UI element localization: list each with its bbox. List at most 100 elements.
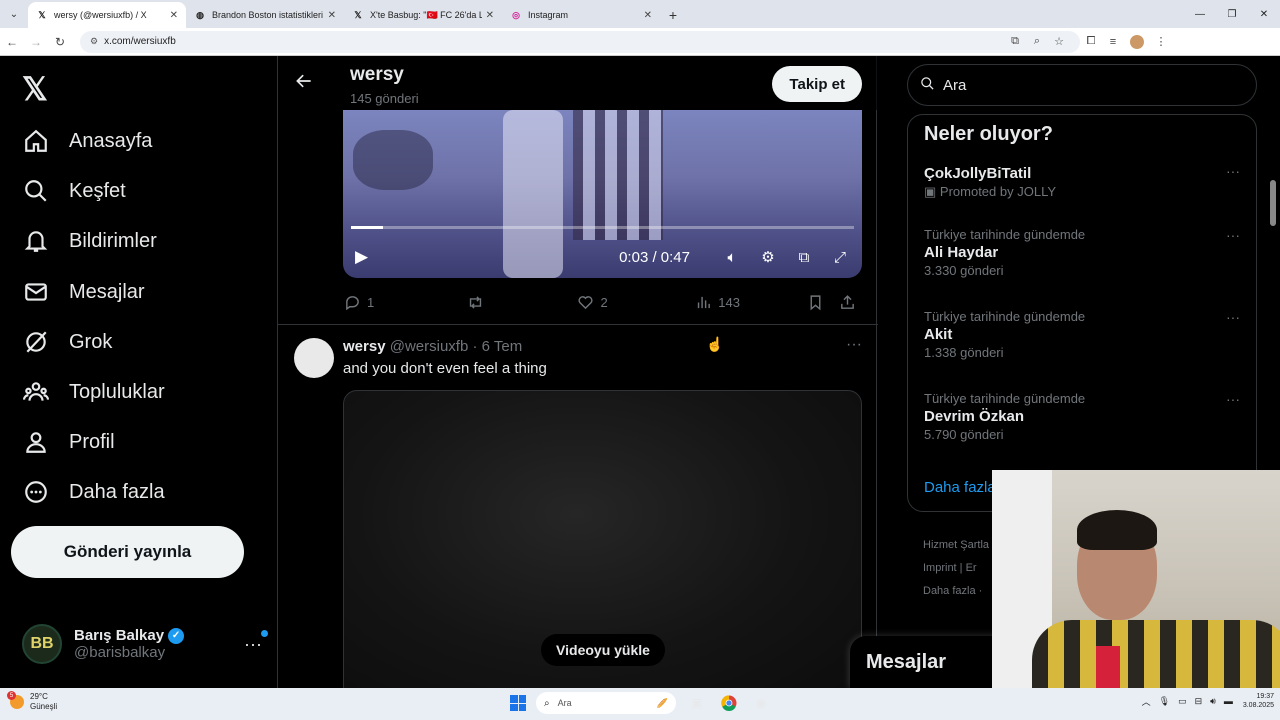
new-tab-button[interactable]: + xyxy=(660,2,686,28)
trend-item[interactable]: ÇokJollyBiTatil ▣ Promoted by JOLLY ··· xyxy=(924,163,1244,200)
webcam-overlay xyxy=(992,470,1280,688)
tab-title: wersy (@wersiuxfb) / X xyxy=(54,10,147,20)
video-progress-bar[interactable] xyxy=(351,226,854,229)
play-icon[interactable]: ▶ xyxy=(355,247,368,267)
x-logo-icon[interactable]: 𝕏 xyxy=(22,70,48,108)
nav-item-grok[interactable]: Grok xyxy=(22,322,112,362)
weather-condition: Güneşli xyxy=(30,702,58,711)
promoted-icon: ▣ xyxy=(924,184,940,199)
nav-item-notifications[interactable]: Bildirimler xyxy=(22,221,157,261)
back-arrow-icon[interactable]: ← xyxy=(0,30,24,54)
maximize-icon[interactable]: ❐ xyxy=(1216,0,1248,28)
follow-button[interactable]: Takip et xyxy=(772,66,862,102)
close-icon[interactable]: ✕ xyxy=(170,10,178,21)
forward-arrow-icon[interactable]: → xyxy=(24,30,48,54)
trend-item[interactable]: Türkiye tarihinde gündemde Devrim Özkan … xyxy=(924,391,1244,442)
view-count: 143 xyxy=(718,294,740,310)
close-icon[interactable]: ✕ xyxy=(486,10,494,21)
show-more-link[interactable]: Daha fazla xyxy=(924,479,996,496)
share-button[interactable] xyxy=(838,293,862,311)
chrome-icon[interactable] xyxy=(718,692,740,714)
clock[interactable]: 19:37 3.08.2025 xyxy=(1243,692,1274,710)
system-tray: ︿ 🎙︎ ▭ ⊟ 🔊︎ ▬ 19:37 3.08.2025 xyxy=(1134,692,1274,710)
weather-widget[interactable]: 5 29°C Güneşli xyxy=(7,691,58,712)
nav-item-explore[interactable]: Keşfet xyxy=(22,171,126,211)
picture-in-picture-icon[interactable]: ⧉ xyxy=(794,247,814,267)
trends-title: Neler oluyor? xyxy=(924,123,1053,145)
fullscreen-icon[interactable]: ⤢ xyxy=(830,247,850,267)
trend-item[interactable]: Türkiye tarihinde gündemde Ali Haydar 3.… xyxy=(924,227,1244,278)
more-dots-icon[interactable]: ··· xyxy=(244,629,268,655)
search-input[interactable]: Ara xyxy=(907,64,1257,106)
video-player[interactable]: Videoyu yükle xyxy=(343,390,862,688)
account-display-name: Barış Balkay xyxy=(74,627,165,644)
more-dots-icon[interactable]: ··· xyxy=(1226,163,1240,179)
chevron-up-icon[interactable]: ︿ xyxy=(1142,695,1151,708)
tweet-date[interactable]: · 6 Tem xyxy=(472,338,522,355)
profile-avatar[interactable] xyxy=(1130,34,1144,49)
more-dots-icon[interactable]: ··· xyxy=(1226,309,1240,325)
nav-item-messages[interactable]: Mesajlar xyxy=(22,272,145,312)
tab-search-icon[interactable]: ⌄ xyxy=(0,0,28,28)
media-icon[interactable]: ≡ xyxy=(1102,36,1124,48)
back-arrow-icon[interactable] xyxy=(294,71,314,96)
monitor-icon[interactable]: ▭ xyxy=(1178,696,1187,707)
load-video-button[interactable]: Videoyu yükle xyxy=(541,634,665,666)
account-switcher[interactable]: BB Barış Balkay ✓ @barisbalkay ··· xyxy=(22,621,268,667)
close-window-icon[interactable]: ✕ xyxy=(1248,0,1280,28)
video-time: 0:03 / 0:47 xyxy=(619,248,690,266)
bookmark-star-icon[interactable]: ☆ xyxy=(1048,35,1070,48)
battery-icon[interactable]: ▬ xyxy=(1224,696,1233,706)
windows-start-icon[interactable] xyxy=(510,695,526,711)
avatar[interactable] xyxy=(294,338,334,378)
tweet-author-handle[interactable]: @wersiuxfb xyxy=(390,338,469,355)
nav-item-more[interactable]: Daha fazla xyxy=(22,472,165,512)
footer-link[interactable]: Hizmet Şartla xyxy=(923,534,989,557)
reload-icon[interactable]: ↻ xyxy=(48,30,72,54)
nav-item-home[interactable]: Anasayfa xyxy=(22,121,152,161)
tweet-author-name[interactable]: wersy xyxy=(343,338,386,355)
volume-icon[interactable]: 🔈︎ xyxy=(722,247,742,267)
nav-item-profile[interactable]: Profil xyxy=(22,422,115,462)
browser-tab[interactable]: ◎ Instagram ✕ xyxy=(502,2,660,28)
task-view-icon[interactable]: ▣ xyxy=(686,692,708,714)
more-dots-icon[interactable]: ··· xyxy=(1226,391,1240,407)
site-info-icon[interactable]: ⚙ xyxy=(90,36,98,47)
more-dots-icon[interactable]: ··· xyxy=(846,336,862,354)
footer-link[interactable]: Daha fazla · xyxy=(923,580,989,603)
bookmark-button[interactable] xyxy=(806,293,838,311)
like-button[interactable]: 2 xyxy=(577,293,695,311)
zoom-icon[interactable]: ⌕ xyxy=(1026,35,1048,48)
settings-gear-icon[interactable]: ⚙ xyxy=(758,247,778,267)
views-button[interactable]: 143 xyxy=(694,293,806,311)
install-icon[interactable]: ⧉ xyxy=(1004,35,1026,48)
close-icon[interactable]: ✕ xyxy=(328,10,336,21)
weather-temp: 29°C xyxy=(30,692,48,701)
repost-button[interactable] xyxy=(467,293,577,311)
more-dots-icon[interactable]: ··· xyxy=(1226,227,1240,243)
video-player[interactable]: ▶ 0:03 / 0:47 🔈︎ ⚙ ⧉ ⤢ xyxy=(343,110,862,278)
search-highlight-icon: 🥖 xyxy=(656,697,668,708)
footer-link[interactable]: Imprint | Er xyxy=(923,557,989,580)
browser-tab[interactable]: ◍ Brandon Boston istatistikleri ✕ xyxy=(186,2,344,28)
network-icon[interactable]: ⊟ xyxy=(1195,696,1203,707)
close-icon[interactable]: ✕ xyxy=(644,10,652,21)
messages-drawer[interactable]: Mesajlar xyxy=(850,636,1010,688)
volume-icon[interactable]: 🔊︎ xyxy=(1210,696,1216,707)
mic-icon[interactable]: 🎙︎ xyxy=(1159,696,1170,707)
trend-count: 1.338 gönderi xyxy=(924,345,1004,360)
browser-tab[interactable]: 𝕏 wersy (@wersiuxfb) / X ✕ xyxy=(28,2,186,28)
url-field[interactable]: ⚙ x.com/wersiuxfb ⧉ ⌕ ☆ xyxy=(80,30,1080,53)
extensions-icon[interactable]: ⧠ xyxy=(1080,35,1102,48)
post-button[interactable]: Gönderi yayınla xyxy=(11,526,244,578)
minimize-icon[interactable]: — xyxy=(1184,0,1216,28)
app-icon[interactable]: ◉ xyxy=(750,692,772,714)
nav-item-communities[interactable]: Topluluklar xyxy=(22,372,165,412)
menu-icon[interactable]: ⋮ xyxy=(1150,35,1172,48)
scrollbar-thumb[interactable] xyxy=(1270,180,1276,226)
browser-tab[interactable]: 𝕏 X'te Basbug: "🇹🇷 FC 26'da Liverpool" ✕ xyxy=(344,2,502,28)
nav-item-label: Anasayfa xyxy=(69,129,153,152)
taskbar-search[interactable]: ⌕ Ara 🥖 xyxy=(536,692,676,714)
reply-button[interactable]: 1 xyxy=(343,293,467,311)
trend-item[interactable]: Türkiye tarihinde gündemde Akit 1.338 gö… xyxy=(924,309,1244,360)
